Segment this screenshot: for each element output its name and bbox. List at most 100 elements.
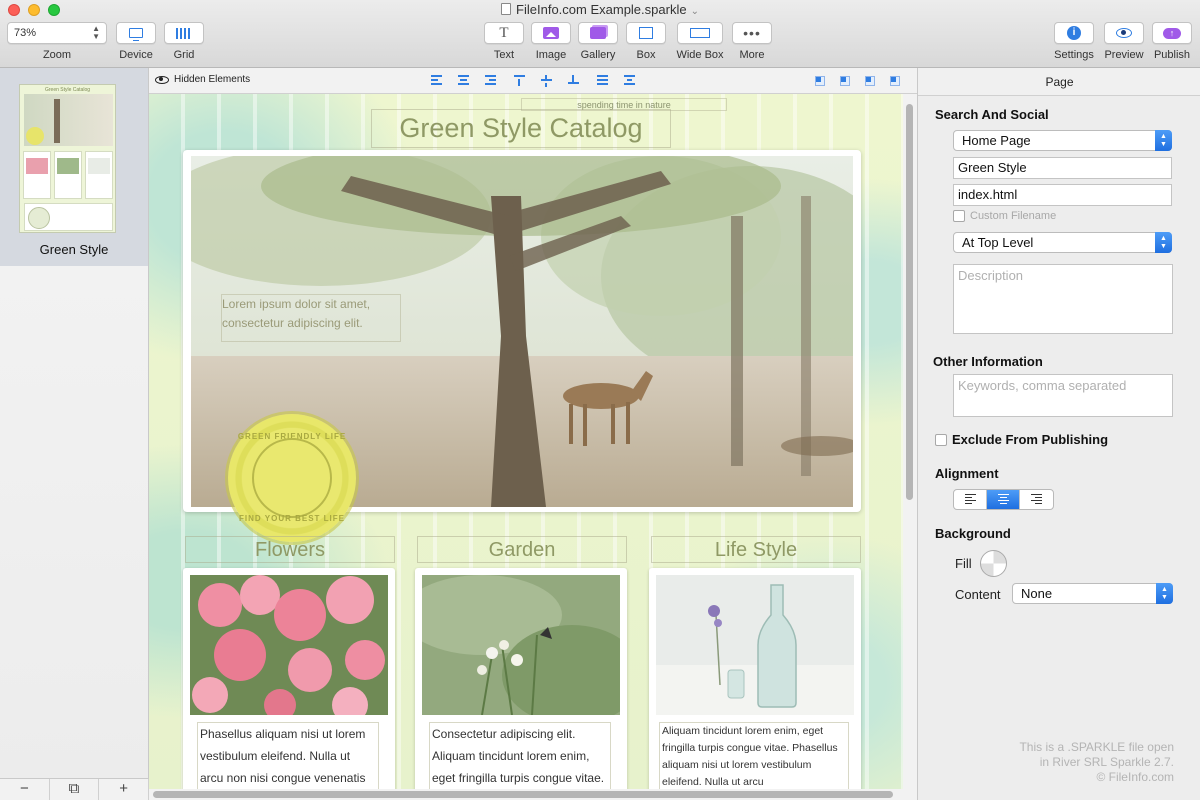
other-information-heading: Other Information (933, 354, 1043, 369)
alignment-heading: Alignment (935, 466, 999, 481)
custom-filename-checkbox[interactable]: Custom Filename (953, 210, 1056, 222)
monitor-icon (129, 28, 143, 41)
text-icon: T (499, 24, 509, 41)
document-icon (501, 3, 512, 15)
wide-box-button[interactable]: Wide Box (674, 22, 726, 61)
align-right-icon (1031, 493, 1042, 506)
distribute-horizontal-icon[interactable] (597, 75, 608, 87)
more-icon: ••• (743, 25, 761, 41)
image-icon (543, 27, 559, 39)
thumbnail-seal (26, 127, 44, 145)
filename-field[interactable]: index.html (953, 184, 1172, 206)
fill-label: Fill (955, 556, 972, 571)
checkbox-box[interactable] (953, 210, 965, 222)
thumbnail-card (85, 151, 113, 199)
align-center-icon (997, 493, 1009, 506)
thumbnail-card (23, 151, 51, 199)
content-label: Content (955, 587, 1001, 602)
publish-button[interactable]: ↑ Publish (1152, 22, 1192, 61)
green-friendly-life-seal[interactable]: GREEN FRIENDLY LIFE FIND YOUR BEST LIFE (228, 414, 356, 542)
background-heading: Background (935, 526, 1011, 541)
page-title-field[interactable]: Green Style (953, 157, 1172, 179)
site-title[interactable]: Green Style Catalog (371, 109, 671, 148)
preview-button[interactable]: Preview (1103, 22, 1145, 61)
horizontal-scrollbar[interactable] (149, 789, 917, 800)
text-button[interactable]: T Text (484, 22, 524, 61)
keywords-field[interactable]: Keywords, comma separated (953, 374, 1173, 417)
eye-icon (155, 75, 169, 84)
column-title-flowers[interactable]: Flowers (185, 536, 395, 563)
hero-text[interactable]: Lorem ipsum dolor sit amet, consectetur … (221, 294, 401, 342)
column-title-life-style[interactable]: Life Style (651, 536, 861, 563)
scrollbar-thumb[interactable] (153, 791, 893, 798)
bottle-image[interactable] (656, 575, 854, 715)
bring-to-front-icon[interactable] (890, 76, 900, 86)
gallery-button[interactable]: Gallery (578, 22, 618, 61)
page-thumbnail[interactable]: Green Style Catalog (19, 84, 116, 233)
card-life-style[interactable]: Aliquam tincidunt lorem enim, eget fring… (649, 568, 861, 789)
exclude-from-publishing-checkbox[interactable]: Exclude From Publishing (935, 432, 1108, 447)
remove-page-button[interactable]: − (0, 779, 50, 800)
align-center-button[interactable] (987, 490, 1020, 509)
align-right-icon[interactable] (485, 75, 496, 87)
design-canvas[interactable]: spending time in nature Green Style Cata… (149, 94, 903, 789)
thumbnail-tree (54, 99, 60, 143)
box-button[interactable]: Box (626, 22, 666, 61)
description-field[interactable]: Description (953, 264, 1173, 334)
settings-button[interactable]: i Settings (1051, 22, 1097, 61)
thumbnail-card (54, 151, 82, 199)
alignment-segmented-control (953, 489, 1054, 510)
align-left-button[interactable] (954, 490, 987, 509)
page-type-select[interactable]: Home Page ▲ ▼ (953, 130, 1172, 151)
align-bottom-icon[interactable] (568, 75, 579, 87)
zoom-select[interactable]: 73% ▲ ▼ (7, 22, 107, 44)
distribute-vertical-icon[interactable] (624, 75, 635, 87)
card-text[interactable]: Aliquam tincidunt lorem enim, eget fring… (659, 722, 849, 789)
stepper-arrows-icon: ▲ ▼ (1156, 583, 1173, 604)
checkbox-box[interactable] (935, 433, 947, 446)
vertical-scrollbar[interactable] (903, 94, 917, 789)
card-text[interactable]: Consectetur adipiscing elit. Aliquam tin… (429, 722, 611, 789)
duplicate-page-button[interactable]: ⧉ (50, 779, 100, 800)
window-toolbar: FileInfo.com Example.sparkle ⌄ 73% ▲ ▼ Zoo… (0, 0, 1200, 68)
card-flowers[interactable]: Phasellus aliquam nisi ut lorem vestibul… (183, 568, 395, 789)
more-button[interactable]: ••• More (732, 22, 772, 61)
gallery-icon (590, 27, 606, 39)
align-right-button[interactable] (1020, 490, 1053, 509)
page-inspector: Page Search And Social Home Page ▲ ▼ Gree… (917, 68, 1200, 800)
column-title-garden[interactable]: Garden (417, 536, 627, 563)
page-label: Green Style (39, 242, 109, 257)
level-select[interactable]: At Top Level ▲ ▼ (953, 232, 1172, 253)
stepper-arrows-icon: ▲ ▼ (1155, 232, 1172, 253)
flowers-image[interactable] (190, 575, 388, 715)
card-garden[interactable]: Consectetur adipiscing elit. Aliquam tin… (415, 568, 627, 789)
pages-panel: Green Style Catalog Green Style − ⧉ + (0, 68, 150, 800)
fileinfo-watermark: This is a .SPARKLE file open in River SR… (1019, 740, 1174, 784)
chevron-down-icon[interactable]: ⌄ (691, 6, 699, 17)
fill-color-well[interactable] (980, 550, 1007, 577)
hidden-elements-toggle[interactable]: Hidden Elements (155, 74, 250, 85)
align-top-icon[interactable] (514, 75, 525, 87)
seal-bottom-text: FIND YOUR BEST LIFE (239, 514, 345, 523)
inspector-header: Page (918, 68, 1200, 96)
cloud-upload-icon: ↑ (1163, 27, 1181, 39)
content-select[interactable]: None ▲ ▼ (1012, 583, 1173, 604)
send-backward-icon[interactable] (865, 76, 875, 86)
bring-forward-icon[interactable] (840, 76, 850, 86)
stepper-arrows-icon: ▲ ▼ (1155, 130, 1172, 151)
card-text[interactable]: Phasellus aliquam nisi ut lorem vestibul… (197, 722, 379, 789)
grid-button[interactable]: Grid (164, 22, 204, 61)
window-title: FileInfo.com Example.sparkle ⌄ (0, 2, 1200, 17)
scrollbar-thumb[interactable] (906, 104, 913, 500)
pages-panel-footer: − ⧉ + (0, 778, 150, 800)
send-to-back-icon[interactable] (815, 76, 825, 86)
align-center-icon[interactable] (458, 75, 469, 87)
garden-image[interactable] (422, 575, 620, 715)
page-item[interactable]: Green Style Catalog Green Style (0, 68, 148, 266)
device-button[interactable]: Device (116, 22, 156, 61)
align-left-icon[interactable] (431, 75, 442, 87)
zoom-label: Zoom (42, 49, 72, 61)
image-button[interactable]: Image (531, 22, 571, 61)
add-page-button[interactable]: + (99, 779, 150, 800)
align-middle-icon[interactable] (541, 75, 552, 87)
